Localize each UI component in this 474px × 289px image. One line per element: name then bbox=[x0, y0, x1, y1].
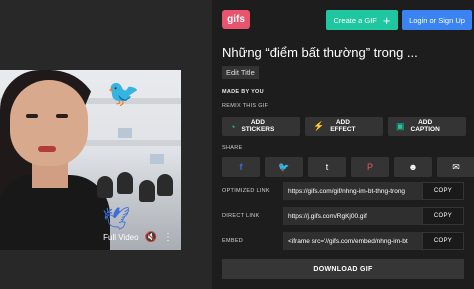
gifs-logo[interactable]: gifs bbox=[222, 10, 250, 29]
embed-row: EMBED <iframe src='//gifs.com/embed/nhng… bbox=[222, 232, 464, 250]
subject-eye bbox=[56, 114, 68, 118]
optimized-link-label: OPTIMIZED LINK bbox=[222, 188, 270, 194]
share-label: SHARE bbox=[222, 145, 243, 151]
edit-title-button[interactable]: Edit Title bbox=[222, 66, 259, 79]
pinterest-icon: P bbox=[366, 162, 373, 172]
facebook-icon: f bbox=[239, 162, 243, 172]
gif-title: Những “điểm bất thường” trong ... bbox=[222, 45, 418, 60]
create-gif-button[interactable]: Create a GIF + bbox=[326, 10, 398, 30]
twitter-icon: 🐦 bbox=[278, 161, 290, 172]
more-vertical-icon[interactable]: ⋮ bbox=[163, 232, 173, 243]
embed-code-field[interactable]: <iframe src='//gifs.com/embed/nhng-im-bt bbox=[283, 232, 422, 250]
video-title[interactable]: Full Video bbox=[103, 233, 138, 242]
remix-actions: ◔ ADD STICKERS ⚡ ADD EFFECT ▣ ADD CAPTION bbox=[222, 117, 466, 136]
add-caption-button[interactable]: ▣ ADD CAPTION bbox=[388, 117, 466, 136]
add-effect-button[interactable]: ⚡ ADD EFFECT bbox=[305, 117, 383, 136]
caption-icon: ▣ bbox=[396, 121, 405, 131]
twitter-share-button[interactable]: 🐦 bbox=[265, 157, 303, 177]
create-gif-label: Create a GIF bbox=[333, 15, 377, 25]
backdrop-logo bbox=[150, 154, 164, 164]
tumblr-icon: t bbox=[325, 162, 329, 172]
subject-lips bbox=[38, 146, 56, 152]
add-stickers-line2: STICKERS bbox=[241, 125, 275, 133]
tumblr-share-button[interactable]: t bbox=[308, 157, 346, 177]
share-actions: f 🐦 t P ☻ ✉ bbox=[222, 157, 474, 177]
backdrop-logo bbox=[118, 128, 132, 138]
remix-label: REMIX THIS GIF bbox=[222, 103, 269, 109]
copy-optimized-link-button[interactable]: COPY bbox=[422, 182, 464, 200]
login-signup-button[interactable]: Login or Sign Up bbox=[402, 10, 472, 30]
video-controls: Full Video 🔇 ⋮ bbox=[0, 224, 181, 250]
reddit-icon: ☻ bbox=[408, 162, 418, 172]
email-share-button[interactable]: ✉ bbox=[437, 157, 474, 177]
direct-link-row: DIRECT LINK https://j.gifs.com/RgKj00.gi… bbox=[222, 207, 464, 225]
direct-link-label: DIRECT LINK bbox=[222, 213, 260, 219]
direct-link-field[interactable]: https://j.gifs.com/RgKj00.gif bbox=[283, 207, 422, 225]
plus-icon: + bbox=[382, 12, 391, 28]
phoenix-logo-icon: 🐦 bbox=[107, 78, 140, 108]
gif-preview-video[interactable]: 🐦 🕊 Full Video 🔇 ⋮ bbox=[0, 70, 181, 250]
reddit-share-button[interactable]: ☻ bbox=[394, 157, 432, 177]
embed-label: EMBED bbox=[222, 238, 244, 244]
effect-icon: ⚡ bbox=[313, 121, 325, 131]
add-stickers-button[interactable]: ◔ ADD STICKERS bbox=[222, 117, 300, 136]
email-icon: ✉ bbox=[452, 161, 460, 172]
subject-face bbox=[10, 80, 88, 166]
subject-eye bbox=[26, 114, 38, 118]
made-by-label: MADE BY YOU bbox=[222, 89, 264, 95]
editor-panel: gifs Create a GIF + Login or Sign Up Nhữ… bbox=[212, 0, 474, 289]
pinterest-share-button[interactable]: P bbox=[351, 157, 389, 177]
facebook-share-button[interactable]: f bbox=[222, 157, 260, 177]
copy-direct-link-button[interactable]: COPY bbox=[422, 207, 464, 225]
copy-embed-button[interactable]: COPY bbox=[422, 232, 464, 250]
add-effect-line2: EFFECT bbox=[330, 125, 356, 133]
add-caption-line2: CAPTION bbox=[410, 125, 440, 133]
optimized-link-field[interactable]: https://gifs.com/gif/nhng-im-bt-thng-tro… bbox=[283, 182, 422, 200]
sticker-icon: ◔ bbox=[230, 121, 236, 132]
download-gif-button[interactable]: DOWNLOAD GIF bbox=[222, 259, 464, 279]
preview-panel: 🐦 🕊 Full Video 🔇 ⋮ bbox=[0, 0, 212, 289]
optimized-link-row: OPTIMIZED LINK https://gifs.com/gif/nhng… bbox=[222, 182, 464, 200]
mute-icon[interactable]: 🔇 bbox=[145, 232, 157, 243]
